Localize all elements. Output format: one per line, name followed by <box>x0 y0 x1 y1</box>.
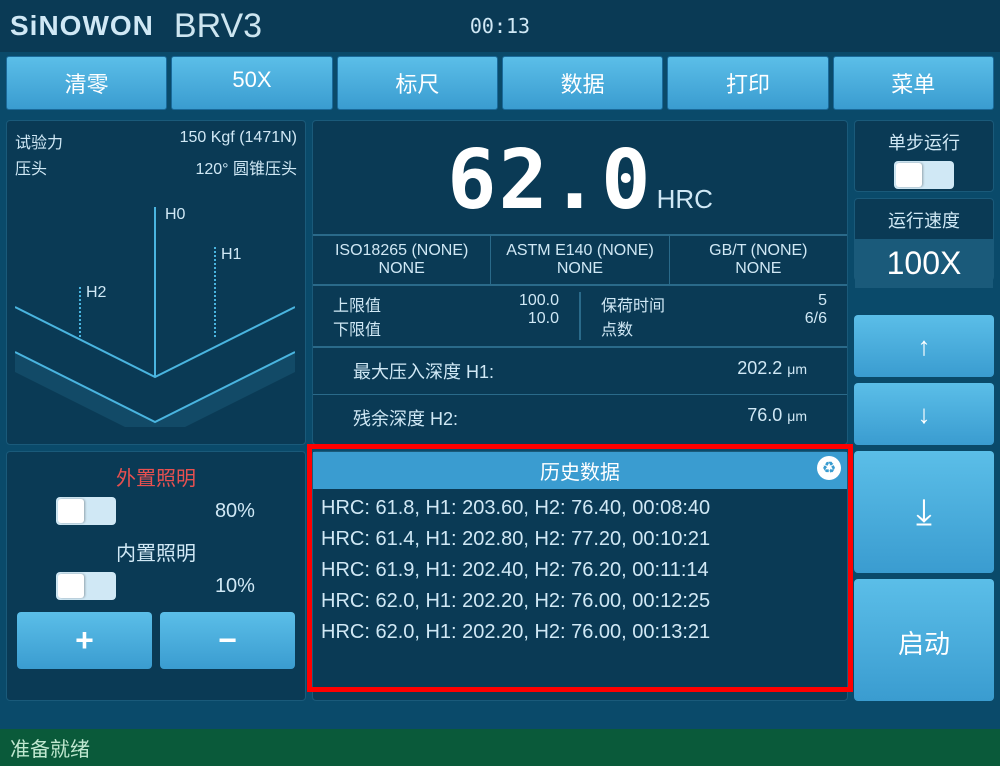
left-column: 试验力 150 Kgf (1471N) 压头 120° 圆锥压头 H0 H1 H… <box>6 120 306 445</box>
download-icon: ⤓ <box>916 491 932 534</box>
arrow-up-button[interactable]: ↑ <box>854 315 994 377</box>
internal-light-value: 10% <box>215 575 255 598</box>
arrow-down-button[interactable]: ↓ <box>854 383 994 445</box>
std-gbt-value: NONE <box>670 260 847 278</box>
speed-card: 运行速度 100X <box>854 198 994 281</box>
std-iso-label: ISO18265 (NONE) <box>313 242 490 260</box>
dwell-label: 保荷时间 <box>601 292 665 316</box>
menu-print[interactable]: 打印 <box>667 56 828 110</box>
external-light-value: 80% <box>215 500 255 523</box>
points-label: 点数 <box>601 316 665 340</box>
menu-menu[interactable]: 菜单 <box>833 56 994 110</box>
history-row: HRC: 61.4, H1: 202.80, H2: 77.20, 00:10:… <box>321 524 839 555</box>
step-run-card: 单步运行 <box>854 120 994 192</box>
indenter-label: 压头 <box>15 155 47 179</box>
indentation-diagram: H0 H1 H2 <box>15 187 297 427</box>
standards-row: ISO18265 (NONE)NONE ASTM E140 (NONE)NONE… <box>313 234 847 286</box>
internal-light-toggle[interactable] <box>56 572 116 600</box>
depth-h2-unit: μm <box>787 408 807 424</box>
light-minus-button[interactable]: − <box>160 612 295 669</box>
arrow-down-icon: ↓ <box>918 399 931 430</box>
lighting-panel: 外置照明 80% 内置照明 10% + − <box>6 451 306 701</box>
history-list: HRC: 61.8, H1: 203.60, H2: 76.40, 00:08:… <box>313 489 847 652</box>
status-text: 准备就绪 <box>10 739 90 761</box>
depth-h1-value: 202.2 <box>737 358 782 378</box>
menu-50x[interactable]: 50X <box>171 56 332 110</box>
menu-zero[interactable]: 清零 <box>6 56 167 110</box>
history-row: HRC: 61.8, H1: 203.60, H2: 76.40, 00:08:… <box>321 493 839 524</box>
lower-limit-label: 下限值 <box>333 316 381 340</box>
menu-data[interactable]: 数据 <box>502 56 663 110</box>
history-row: HRC: 62.0, H1: 202.20, H2: 76.00, 00:13:… <box>321 617 839 648</box>
external-light-toggle[interactable] <box>56 497 116 525</box>
clock: 00:13 <box>470 14 530 38</box>
recycle-button[interactable]: ♻ <box>817 456 841 480</box>
measurement-panel: 62.0HRC ISO18265 (NONE)NONE ASTM E140 (N… <box>312 120 848 445</box>
speed-label: 运行速度 <box>863 207 985 233</box>
reading-unit: HRC <box>657 184 713 214</box>
depth-h2-row: 残余深度 H2: 76.0 μm <box>313 394 847 441</box>
menu-scale[interactable]: 标尺 <box>337 56 498 110</box>
force-label: 试验力 <box>15 129 63 153</box>
history-title: 历史数据 <box>540 462 620 484</box>
external-light-label: 外置照明 <box>17 462 295 491</box>
start-label: 启动 <box>898 624 950 661</box>
reading-value: 62.0 <box>447 133 652 228</box>
std-gbt-label: GB/T (NONE) <box>670 242 847 260</box>
main-menu: 清零 50X 标尺 数据 打印 菜单 <box>0 52 1000 114</box>
indenter-value: 120° 圆锥压头 <box>195 155 297 179</box>
step-run-toggle[interactable] <box>894 161 954 189</box>
light-plus-button[interactable]: + <box>17 612 152 669</box>
test-param-panel: 试验力 150 Kgf (1471N) 压头 120° 圆锥压头 H0 H1 H… <box>6 120 306 445</box>
diagram-h0: H0 <box>165 206 186 223</box>
upper-limit-label: 上限值 <box>333 292 381 316</box>
history-row: HRC: 61.9, H1: 202.40, H2: 76.20, 00:11:… <box>321 555 839 586</box>
limits-row: 上限值下限值 100.010.0 保荷时间点数 56/6 <box>313 286 847 348</box>
model-label: BRV3 <box>174 7 262 46</box>
right-column: 单步运行 运行速度 100X ↑ ↓ <box>854 120 994 445</box>
force-value: 150 Kgf (1471N) <box>180 129 297 153</box>
depth-h1-label: 最大压入深度 H1: <box>353 358 494 384</box>
status-bar: 准备就绪 <box>0 729 1000 766</box>
depth-h1-row: 最大压入深度 H1: 202.2 μm <box>313 348 847 394</box>
depth-h2-label: 残余深度 H2: <box>353 405 458 431</box>
start-button[interactable]: 启动 <box>854 579 994 701</box>
internal-light-label: 内置照明 <box>17 537 295 566</box>
std-astm-value: NONE <box>491 260 668 278</box>
points-value: 6/6 <box>805 310 827 328</box>
arrow-up-icon: ↑ <box>918 331 931 362</box>
step-run-label: 单步运行 <box>863 129 985 155</box>
diagram-h1: H1 <box>221 246 242 263</box>
brand-logo: SiNOWON <box>10 10 154 42</box>
dwell-value: 5 <box>805 292 827 310</box>
speed-value: 100X <box>855 239 993 288</box>
upper-limit-value: 100.0 <box>519 292 559 310</box>
history-panel: 历史数据 ♻ HRC: 61.8, H1: 203.60, H2: 76.40,… <box>312 451 848 701</box>
depth-h1-unit: μm <box>787 361 807 377</box>
recycle-icon: ♻ <box>822 458 836 478</box>
top-bar: SiNOWON BRV3 00:13 <box>0 0 1000 52</box>
middle-column: 62.0HRC ISO18265 (NONE)NONE ASTM E140 (N… <box>312 120 848 445</box>
depth-h2-value: 76.0 <box>747 405 782 425</box>
diagram-h2: H2 <box>86 284 107 301</box>
download-button[interactable]: ⤓ <box>854 451 994 573</box>
std-astm-label: ASTM E140 (NONE) <box>491 242 668 260</box>
history-header: 历史数据 ♻ <box>313 452 847 489</box>
lower-limit-value: 10.0 <box>519 310 559 328</box>
std-iso-value: NONE <box>313 260 490 278</box>
history-row: HRC: 62.0, H1: 202.20, H2: 76.00, 00:12:… <box>321 586 839 617</box>
start-column: ⤓ 启动 <box>854 451 994 701</box>
